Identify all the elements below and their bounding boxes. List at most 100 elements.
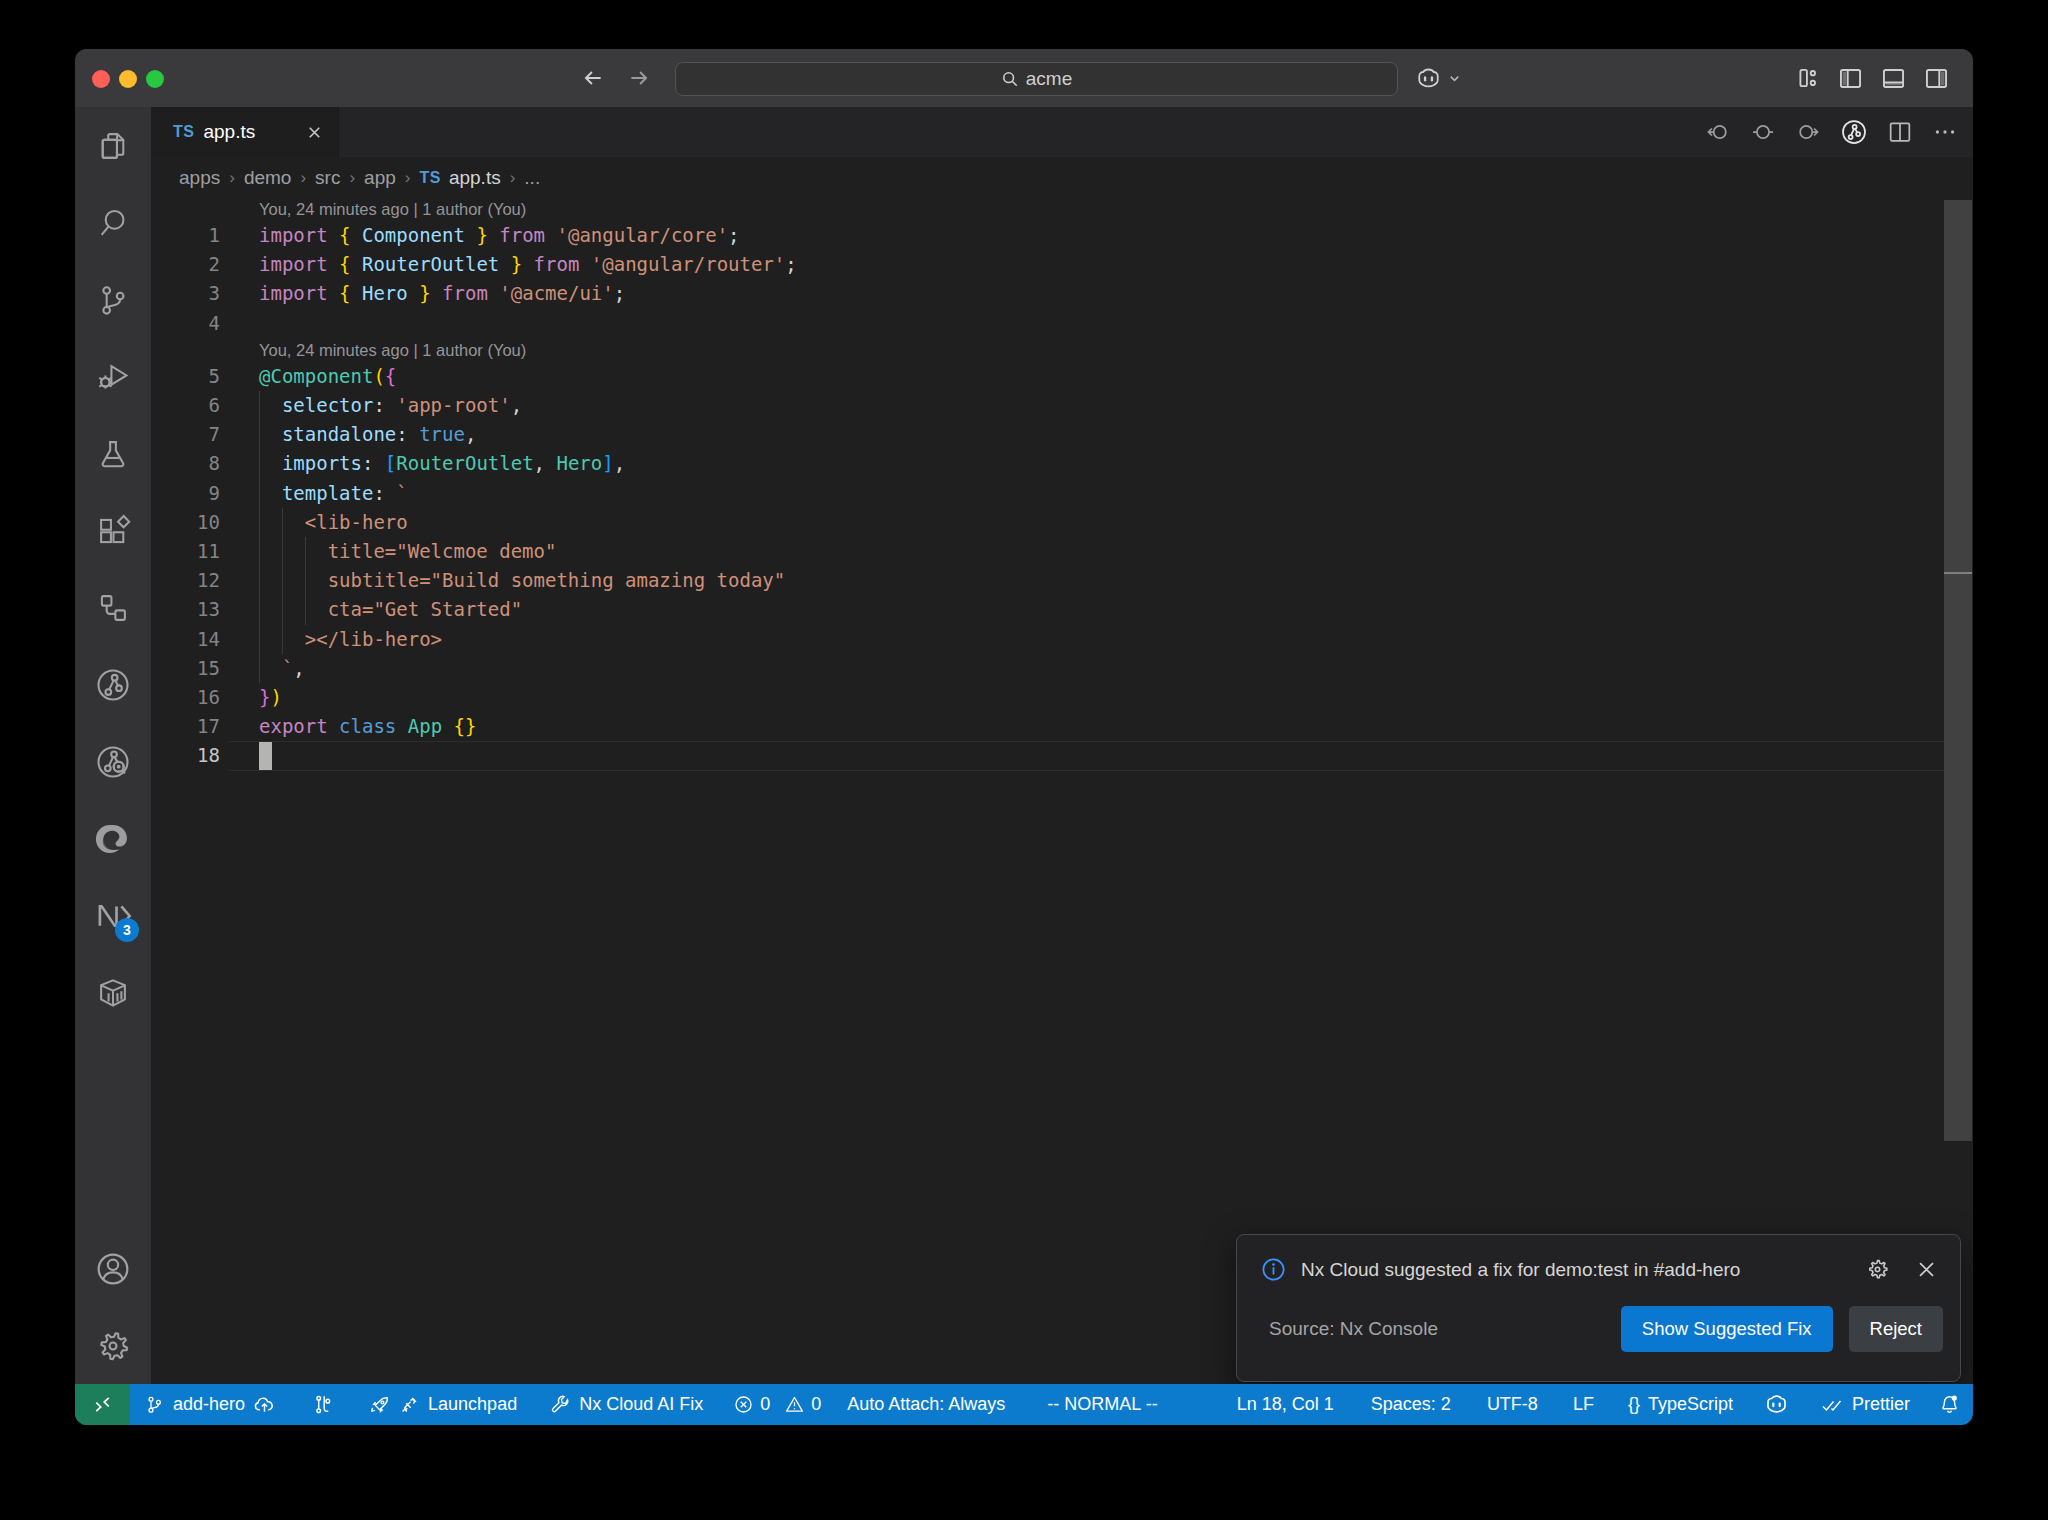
statusbar-encoding[interactable]: UTF-8	[1477, 1394, 1548, 1415]
activity-nx-console[interactable]: 3	[75, 877, 151, 954]
open-changes-next-icon[interactable]	[1794, 118, 1822, 146]
statusbar-launchpad[interactable]: Launchpad	[359, 1394, 527, 1416]
circle-branch-search-icon	[93, 742, 133, 782]
edge-logo-icon	[94, 820, 132, 858]
eol-label: LF	[1573, 1394, 1594, 1415]
breadcrumb-app[interactable]: app	[364, 167, 396, 189]
code-line-13: 13 cta="Get Started"	[151, 595, 1973, 624]
breadcrumb-file[interactable]: app.ts	[449, 167, 501, 189]
copilot-chevron-icon[interactable]	[1447, 71, 1462, 86]
nav-forward-icon[interactable]	[626, 65, 652, 91]
activity-run-debug[interactable]	[75, 338, 151, 415]
code-line-16: 16})	[151, 683, 1973, 712]
activity-containers[interactable]	[75, 954, 151, 1031]
error-icon	[733, 1394, 754, 1415]
code-line-11: 11 title="Welcmoe demo"	[151, 537, 1973, 566]
more-actions-icon[interactable]	[1931, 118, 1959, 146]
statusbar-spaces[interactable]: Spaces: 2	[1361, 1394, 1461, 1415]
notification-close-icon[interactable]	[1915, 1258, 1938, 1281]
vertical-scrollbar[interactable]	[1944, 200, 1972, 1141]
activity-project-graph[interactable]	[75, 569, 151, 646]
account-icon	[93, 1249, 133, 1289]
code-line-4: 4	[151, 309, 1973, 338]
window-close-button[interactable]	[92, 70, 110, 88]
account-button[interactable]	[75, 1230, 151, 1307]
tab-app-ts[interactable]: TS app.ts	[151, 107, 339, 157]
tab-close-icon[interactable]	[305, 123, 324, 142]
open-changes-prev-icon[interactable]	[1704, 118, 1732, 146]
breadcrumb-symbol-more[interactable]: ...	[524, 167, 540, 189]
activity-testing[interactable]	[75, 415, 151, 492]
activity-edge-tools[interactable]	[75, 800, 151, 877]
activity-gitlens-inspect[interactable]	[75, 723, 151, 800]
language-label: TypeScript	[1648, 1394, 1733, 1415]
activity-explorer[interactable]	[75, 107, 151, 184]
statusbar-auto-attach[interactable]: Auto Attach: Always	[837, 1394, 1015, 1415]
statusbar-commit-graph[interactable]	[302, 1393, 345, 1416]
code-line-2: 2import { RouterOutlet } from '@angular/…	[151, 250, 1973, 279]
code-line-1: 1import { Component } from '@angular/cor…	[151, 221, 1973, 250]
code-line-8: 8 imports: [RouterOutlet, Hero],	[151, 449, 1973, 478]
nx-badge: 3	[115, 918, 139, 942]
activity-extensions[interactable]	[75, 492, 151, 569]
encoding-label: UTF-8	[1487, 1394, 1538, 1415]
breadcrumb-src[interactable]: src	[315, 167, 340, 189]
breadcrumb-apps[interactable]: apps	[179, 167, 220, 189]
line-col-label: Ln 18, Col 1	[1237, 1394, 1334, 1415]
files-icon	[94, 127, 132, 165]
statusbar-problems[interactable]: 0 0	[723, 1394, 831, 1415]
open-changes-icon[interactable]	[1749, 118, 1777, 146]
statusbar-branch[interactable]: add-hero	[134, 1393, 286, 1416]
breadcrumb-demo[interactable]: demo	[244, 167, 292, 189]
prettier-label: Prettier	[1852, 1394, 1910, 1415]
git-branch-icon	[94, 281, 132, 319]
plug-icon	[399, 1394, 420, 1415]
code-line-14: 14 ></lib-hero>	[151, 625, 1973, 654]
chevron-right-icon: ›	[340, 168, 364, 188]
statusbar-nx-cloud-fix[interactable]: Nx Cloud AI Fix	[539, 1394, 713, 1416]
warning-count: 0	[811, 1394, 821, 1415]
statusbar-copilot[interactable]	[1754, 1392, 1799, 1417]
window-zoom-button[interactable]	[146, 70, 164, 88]
chevron-right-icon: ›	[501, 168, 525, 188]
debug-icon	[94, 358, 132, 396]
notification-settings-icon[interactable]	[1865, 1257, 1890, 1282]
statusbar-prettier[interactable]: Prettier	[1810, 1393, 1920, 1417]
chevron-right-icon: ›	[396, 168, 420, 188]
nav-back-icon[interactable]	[580, 65, 606, 91]
toggle-secondary-sidebar-icon[interactable]	[1923, 65, 1950, 92]
show-suggested-fix-button[interactable]: Show Suggested Fix	[1621, 1306, 1833, 1352]
split-editor-icon[interactable]	[1886, 118, 1914, 146]
remote-indicator[interactable]	[75, 1384, 130, 1425]
statusbar-vim-mode[interactable]: -- NORMAL --	[1037, 1394, 1167, 1415]
toggle-primary-sidebar-icon[interactable]	[1837, 65, 1864, 92]
circle-branch-icon	[93, 665, 133, 705]
info-icon	[1260, 1256, 1287, 1283]
container-box-icon	[94, 974, 132, 1012]
reject-button[interactable]: Reject	[1849, 1306, 1943, 1352]
overview-ruler-cursor-marker	[1944, 572, 1972, 574]
activity-gitlens[interactable]	[75, 646, 151, 723]
vim-mode-label: -- NORMAL --	[1047, 1394, 1157, 1415]
window-minimize-button[interactable]	[119, 70, 137, 88]
command-center-search[interactable]: acme	[675, 62, 1398, 96]
code-editor[interactable]: You, 24 minutes ago | 1 author (You)1imp…	[151, 199, 1973, 1384]
customize-layout-icon[interactable]	[1795, 65, 1821, 91]
activity-bar: 3	[75, 107, 151, 1384]
rocket-icon	[369, 1394, 391, 1416]
settings-button[interactable]	[75, 1307, 151, 1384]
command-center-text: acme	[1026, 68, 1072, 90]
statusbar-line-col[interactable]: Ln 18, Col 1	[1227, 1394, 1344, 1415]
gitlens-graph-icon[interactable]	[1839, 117, 1869, 147]
spaces-label: Spaces: 2	[1371, 1394, 1451, 1415]
copilot-icon[interactable]	[1415, 65, 1442, 92]
statusbar-language[interactable]: {} TypeScript	[1618, 1394, 1743, 1415]
code-line-12: 12 subtitle="Build something amazing tod…	[151, 566, 1973, 595]
double-check-icon	[1820, 1393, 1844, 1417]
tab-label: app.ts	[203, 121, 255, 143]
statusbar-eol[interactable]: LF	[1563, 1394, 1604, 1415]
activity-search[interactable]	[75, 184, 151, 261]
toggle-panel-icon[interactable]	[1880, 65, 1907, 92]
activity-source-control[interactable]	[75, 261, 151, 338]
statusbar-notifications-bell[interactable]	[1928, 1393, 1961, 1416]
